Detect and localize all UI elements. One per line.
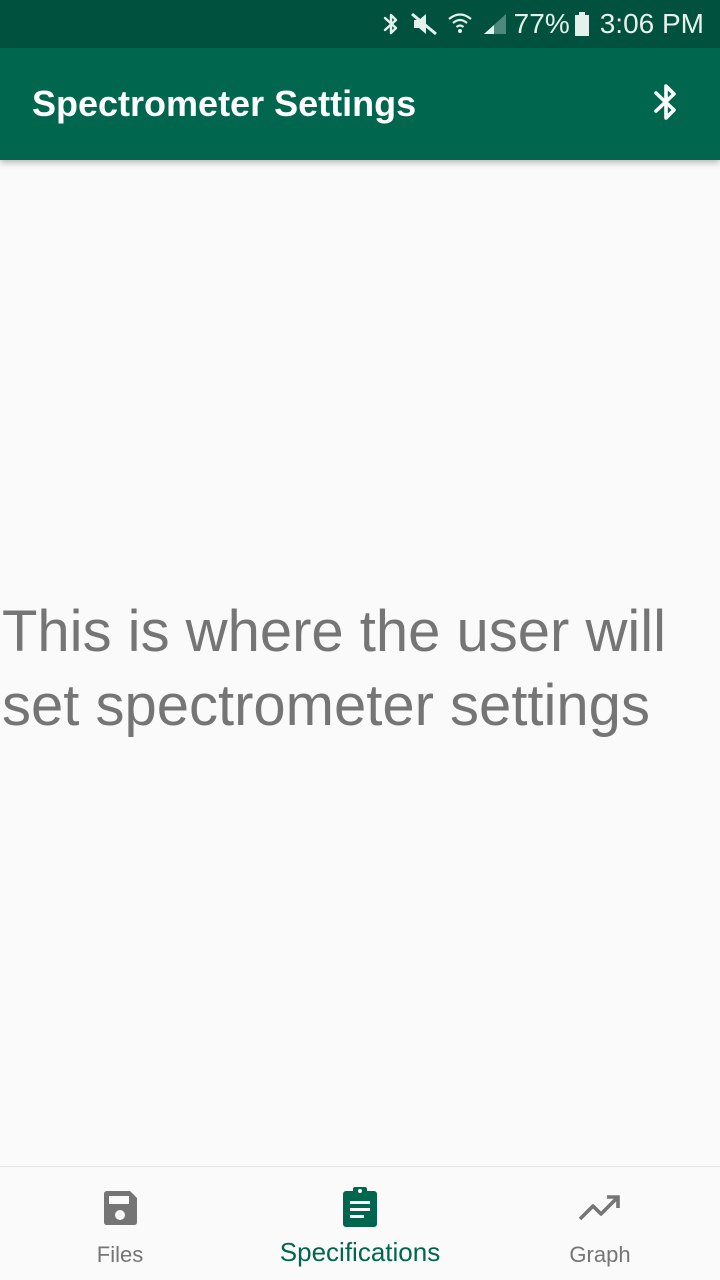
nav-label-graph: Graph <box>569 1241 631 1267</box>
bottom-navigation: Files Specifications Graph <box>0 1166 720 1280</box>
bluetooth-icon <box>652 82 680 127</box>
clock: 3:06 PM <box>599 8 704 39</box>
nav-label-files: Files <box>96 1241 144 1267</box>
nav-item-files[interactable]: Files <box>0 1167 240 1280</box>
page-title: Spectrometer Settings <box>32 83 417 124</box>
main-content: This is where the user will set spectrom… <box>0 160 720 1166</box>
bluetooth-button[interactable] <box>644 76 688 132</box>
nav-item-specifications[interactable]: Specifications <box>240 1167 480 1280</box>
status-bar: 77% 3:06 PM <box>0 0 720 48</box>
nav-item-graph[interactable]: Graph <box>480 1167 720 1280</box>
signal-icon <box>482 12 508 36</box>
wifi-icon <box>447 11 472 37</box>
nav-label-specifications: Specifications <box>279 1237 441 1267</box>
bluetooth-icon <box>382 12 400 36</box>
placeholder-text: This is where the user will set spectrom… <box>2 599 666 738</box>
battery-icon <box>574 11 590 37</box>
save-icon <box>100 1186 140 1230</box>
mute-icon <box>410 11 438 37</box>
battery-percent: 77% <box>513 8 570 39</box>
trending-up-icon <box>578 1186 622 1230</box>
app-bar: Spectrometer Settings <box>0 48 720 160</box>
clipboard-icon <box>340 1185 380 1229</box>
